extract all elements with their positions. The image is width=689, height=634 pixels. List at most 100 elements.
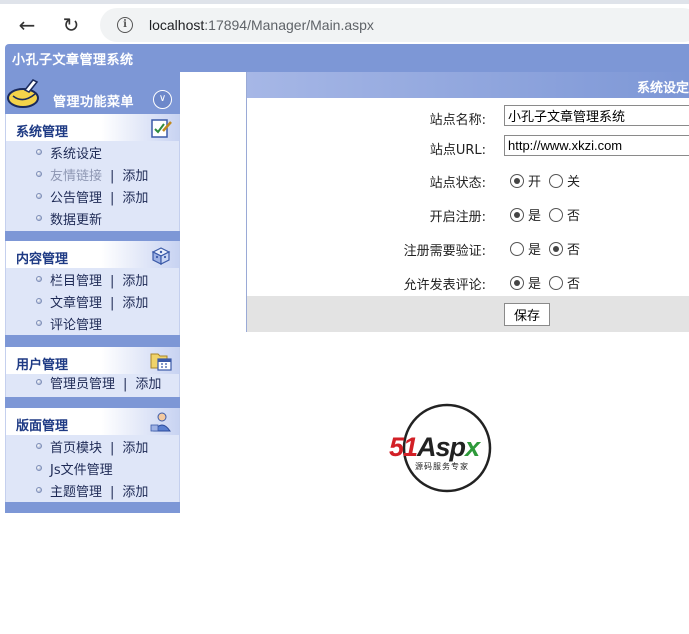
sidebar-item-data-update: 数据更新: [6, 210, 179, 232]
row-site-url: 站点URL:: [247, 132, 689, 162]
form-footer: 保存: [247, 296, 689, 332]
link-home-modules[interactable]: 首页模块: [50, 441, 102, 456]
row-registration: 开启注册: 是 否: [247, 199, 689, 229]
logo-tagline: 源码服务专家: [415, 462, 469, 471]
label-registration: 开启注册:: [429, 210, 486, 225]
group-layout: 版面管理 首页模块 | 添加 Js文件管理 主题管理 | 添加: [5, 408, 180, 502]
radio-label: 关: [567, 175, 581, 190]
radio-reg-verify-yes[interactable]: [510, 242, 524, 256]
link-themes[interactable]: 主题管理: [50, 485, 102, 500]
separator: |: [110, 485, 115, 500]
link-articles[interactable]: 文章管理: [50, 296, 102, 311]
save-button[interactable]: 保存: [504, 303, 550, 326]
link-system-settings[interactable]: 系统设定: [50, 147, 102, 162]
sidebar-item-comments: 评论管理: [6, 315, 179, 337]
link-admins[interactable]: 管理员管理: [50, 377, 115, 392]
site-url-input[interactable]: [504, 135, 689, 156]
sidebar-item-columns: 栏目管理 | 添加: [6, 271, 179, 293]
row-site-status: 站点状态: 开 关: [247, 165, 689, 195]
link-announcements-add[interactable]: 添加: [122, 191, 148, 206]
link-friend-links[interactable]: 友情链接: [50, 169, 102, 184]
chevron-double-up-icon[interactable]: ∨: [153, 90, 172, 109]
calendar-folder-icon: [150, 353, 172, 371]
sidebar-item-announcements: 公告管理 | 添加: [6, 188, 179, 210]
address-url[interactable]: localhost:17894/Manager/Main.aspx: [149, 17, 374, 33]
bullet-icon: [36, 443, 42, 449]
sidebar-item-admins: 管理员管理 | 添加: [6, 374, 179, 396]
menu-header: 管理功能菜单 ∨: [5, 72, 180, 112]
link-friend-links-add[interactable]: 添加: [122, 169, 148, 184]
back-arrow-icon[interactable]: ←: [14, 12, 40, 38]
link-themes-add[interactable]: 添加: [122, 485, 148, 500]
separator: |: [110, 169, 115, 184]
row-allow-comment: 允许发表评论: 是 否: [247, 267, 689, 297]
bullet-icon: [36, 193, 42, 199]
radio-allow-comment-no[interactable]: [549, 276, 564, 290]
radio-registration-no[interactable]: [549, 208, 564, 222]
app-title: 小孔子文章管理系统: [12, 53, 134, 68]
group-title: 系统管理: [16, 125, 69, 140]
group-header: 内容管理: [6, 241, 179, 268]
label-site-url: 站点URL:: [429, 143, 486, 158]
link-home-modules-add[interactable]: 添加: [122, 441, 148, 456]
radio-label: 否: [567, 277, 581, 292]
group-users: 用户管理 管理员管理 | 添加: [5, 347, 180, 397]
app-header: 小孔子文章管理系统: [5, 44, 689, 72]
settings-panel: 系统设定 站点名称: 站点URL: 站点状态: 开关 开启注册: 是否 注册需要…: [246, 72, 689, 332]
bullet-icon: [36, 276, 42, 282]
separator: |: [110, 296, 115, 311]
radio-label: 是: [528, 209, 542, 224]
group-title: 版面管理: [16, 419, 69, 434]
link-data-update[interactable]: 数据更新: [50, 213, 102, 228]
radio-site-status-open[interactable]: [510, 174, 524, 188]
sidebar-item-system-settings: 系统设定: [6, 144, 179, 166]
separator: |: [110, 274, 115, 289]
logo-brand-text: 51Aspx: [389, 432, 480, 462]
radio-allow-comment-yes[interactable]: [510, 276, 524, 290]
link-columns[interactable]: 栏目管理: [50, 274, 102, 289]
label-site-status: 站点状态:: [429, 176, 486, 191]
sidebar-item-home-modules: 首页模块 | 添加: [6, 438, 179, 460]
url-host: localhost: [149, 17, 205, 33]
bullet-icon: [36, 149, 42, 155]
radio-registration-yes[interactable]: [510, 208, 524, 222]
group-header: 版面管理: [6, 408, 179, 435]
menu-title: 管理功能菜单: [53, 95, 135, 110]
edit-icon: [151, 119, 172, 138]
separator: |: [110, 441, 115, 456]
bullet-icon: [36, 298, 42, 304]
panel-title: 系统设定: [636, 81, 689, 96]
label-allow-comment: 允许发表评论:: [403, 278, 486, 293]
link-announcements[interactable]: 公告管理: [50, 191, 102, 206]
group-system: 系统管理 系统设定 友情链接 | 添加 公告管理 | 添加 数据更新: [5, 114, 180, 231]
url-path: :17894/Manager/Main.aspx: [204, 17, 374, 33]
reload-icon[interactable]: ↻: [58, 12, 84, 38]
group-title: 用户管理: [16, 358, 69, 373]
radio-reg-verify-no[interactable]: [549, 242, 564, 256]
site-name-input[interactable]: [504, 105, 689, 126]
group-header: 系统管理: [6, 114, 179, 141]
link-js-files[interactable]: Js文件管理: [50, 463, 113, 478]
link-admins-add[interactable]: 添加: [135, 377, 161, 392]
bullet-icon: [36, 215, 42, 221]
bullet-icon: [36, 320, 42, 326]
link-comments[interactable]: 评论管理: [50, 318, 102, 333]
row-reg-verify: 注册需要验证: 是 否: [247, 233, 689, 263]
site-info-icon[interactable]: i: [117, 17, 133, 33]
radio-site-status-closed[interactable]: [549, 174, 564, 188]
bullet-icon: [36, 171, 42, 177]
row-site-name: 站点名称:: [247, 102, 689, 132]
dice-icon: [151, 247, 171, 265]
link-columns-add[interactable]: 添加: [122, 274, 148, 289]
radio-label: 开: [528, 175, 542, 190]
link-articles-add[interactable]: 添加: [122, 296, 148, 311]
bullet-icon: [36, 487, 42, 493]
sidebar-item-js-files: Js文件管理: [6, 460, 179, 482]
radio-label: 是: [528, 243, 542, 258]
radio-label: 否: [567, 209, 581, 224]
bullet-icon: [36, 379, 42, 385]
browser-toolbar: ← ↻ i localhost:17894/Manager/Main.aspx: [0, 4, 689, 44]
menu-logo-icon: [7, 79, 39, 108]
group-content: 内容管理 栏目管理 | 添加 文章管理 | 添加 评论管理: [5, 241, 180, 335]
radio-label: 否: [567, 243, 581, 258]
